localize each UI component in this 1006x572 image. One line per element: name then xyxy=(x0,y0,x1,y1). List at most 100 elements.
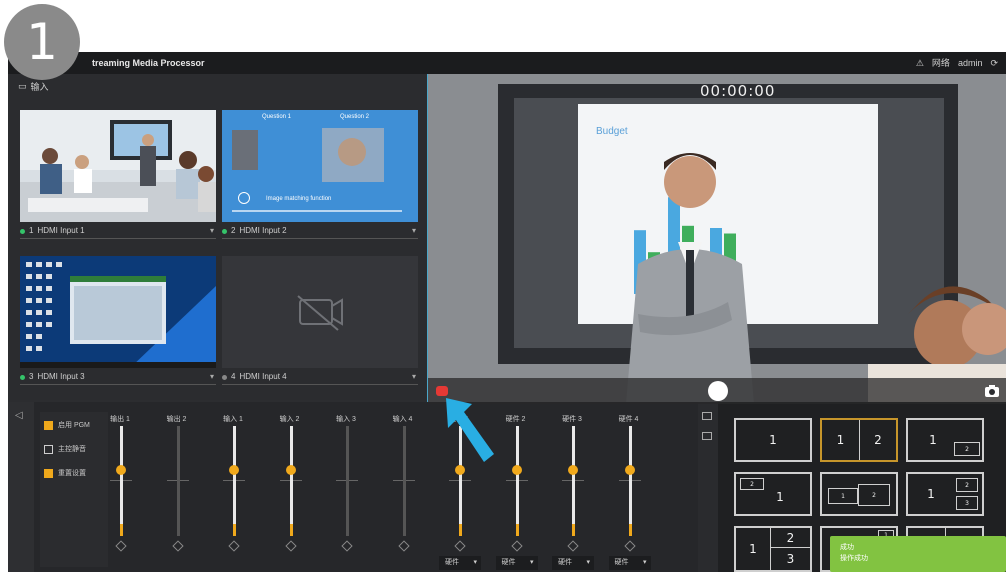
chevron-down-icon[interactable]: ▾ xyxy=(412,370,416,384)
volume-fader-track[interactable] xyxy=(628,426,632,536)
fader-knob[interactable] xyxy=(568,465,578,475)
chevron-down-icon[interactable]: ▾ xyxy=(210,224,214,238)
select-value: 硬件 xyxy=(501,559,516,566)
input-label-2[interactable]: 2 HDMI Input 2 ▾ xyxy=(222,224,418,238)
input-label-4[interactable]: 4 HDMI Input 4 ▾ xyxy=(222,370,418,384)
fader-level-base xyxy=(572,524,575,536)
fader-fill xyxy=(289,426,293,536)
speaker-icon[interactable]: ◁ xyxy=(15,410,23,421)
inputs-header: ▭ 输入 xyxy=(18,80,49,93)
checkbox-checked[interactable] xyxy=(44,468,53,478)
fader-reset-icon[interactable] xyxy=(228,540,240,552)
hardware-select[interactable]: 硬件 ▾ xyxy=(552,556,594,570)
titlebar-actions: ⚠ 网络 admin ⟳ xyxy=(916,52,998,74)
layout-three-split[interactable]: 1 2 3 xyxy=(734,526,812,572)
record-icon[interactable] xyxy=(436,386,448,396)
fader-reset-icon[interactable] xyxy=(171,540,184,552)
volume-fader-track[interactable] xyxy=(515,426,519,536)
mixer-side-strip: ◁ xyxy=(8,402,34,572)
fader-reset-icon[interactable] xyxy=(454,540,466,552)
fader-level-base xyxy=(515,524,519,536)
layout-cell: 2 xyxy=(770,528,810,548)
volume-fader-track[interactable] xyxy=(120,426,123,536)
user-name[interactable]: admin xyxy=(958,52,983,74)
input-tile-4[interactable] xyxy=(222,256,418,368)
volume-fader-track[interactable] xyxy=(402,426,406,536)
fader-knob[interactable] xyxy=(511,465,522,475)
channel-label: 输出 1 xyxy=(110,416,130,423)
input-number: 3 xyxy=(29,372,34,381)
hardware-select[interactable]: 硬件 ▾ xyxy=(608,556,651,570)
option-mute[interactable]: 主控静音 xyxy=(44,442,86,456)
toast-title: 成功 xyxy=(840,544,854,551)
fader-knob[interactable] xyxy=(285,465,296,475)
input-tile-2[interactable]: Question 1 Question 2 Image matching fun… xyxy=(222,110,418,222)
layout-pip-cell: 1 xyxy=(828,488,858,504)
layout-single-icon[interactable] xyxy=(702,432,712,440)
fader-reset-icon[interactable] xyxy=(284,540,297,552)
inputs-header-label: 输入 xyxy=(30,82,49,92)
hardware-select[interactable]: 硬件 ▾ xyxy=(495,556,538,570)
fader-knob[interactable] xyxy=(624,465,635,475)
chevron-down-icon[interactable]: ▾ xyxy=(530,556,534,570)
input-tile-1[interactable] xyxy=(20,110,216,222)
fader-reset-icon[interactable] xyxy=(567,540,579,552)
board-title: Budget xyxy=(596,126,628,137)
active-dot xyxy=(20,374,25,380)
fader-reset-icon[interactable] xyxy=(623,540,636,552)
volume-fader-track[interactable] xyxy=(289,426,293,536)
select-value: 硬件 xyxy=(445,559,459,566)
alert-icon[interactable]: ⚠ xyxy=(916,52,924,74)
volume-fader-track[interactable] xyxy=(346,426,349,536)
divider xyxy=(222,384,418,385)
checkbox-unchecked[interactable] xyxy=(44,444,53,454)
slide-question-2: Question 2 xyxy=(340,114,370,120)
hardware-select[interactable]: 硬件 ▾ xyxy=(439,556,481,570)
layout-single-1[interactable]: 1 xyxy=(734,418,812,462)
fader-reset-icon[interactable] xyxy=(510,540,523,552)
fader-reset-icon[interactable] xyxy=(341,540,353,552)
layout-pip-bottom-right[interactable]: 1 2 xyxy=(906,418,984,462)
option-enable-pgm[interactable]: 启用 PGM xyxy=(44,418,90,432)
desktop-thumbnail xyxy=(20,256,216,368)
app-window: treaming Media Processor ⚠ 网络 admin ⟳ ▭ … xyxy=(8,52,1006,572)
refresh-icon[interactable]: ⟳ xyxy=(990,52,998,74)
input-label-3[interactable]: 3 HDMI Input 3 ▾ xyxy=(20,370,216,384)
input-name: HDMI Input 1 xyxy=(37,226,85,235)
divider xyxy=(20,238,216,239)
layout-one-plus-two[interactable]: 1 2 3 xyxy=(906,472,984,516)
chevron-down-icon[interactable]: ▾ xyxy=(210,370,214,384)
fader-level-base xyxy=(233,524,236,536)
chevron-down-icon[interactable]: ▾ xyxy=(643,556,647,570)
chevron-down-icon[interactable]: ▾ xyxy=(412,224,416,238)
volume-fader-track[interactable] xyxy=(233,426,236,536)
input-tile-3[interactable] xyxy=(20,256,216,368)
timecode: 00:00:00 xyxy=(700,82,776,100)
checkbox-checked[interactable] xyxy=(44,420,53,430)
network-link[interactable]: 网络 xyxy=(932,52,950,74)
fader-knob[interactable] xyxy=(229,465,239,475)
fader-knob[interactable] xyxy=(116,465,126,475)
layout-side-strip xyxy=(698,402,718,572)
layout-grid-icon[interactable] xyxy=(702,412,712,420)
program-preview[interactable]: Budget 00:00:00 xyxy=(427,74,1006,404)
toast-message: 操作成功 xyxy=(840,555,868,562)
layout-pip-top-left[interactable]: 2 1 xyxy=(734,472,812,516)
fader-level-base xyxy=(459,524,462,536)
inactive-dot xyxy=(222,374,227,380)
volume-fader-track[interactable] xyxy=(176,426,180,536)
chevron-down-icon[interactable]: ▾ xyxy=(586,556,590,570)
fader-reset-icon[interactable] xyxy=(397,540,410,552)
playhead-knob[interactable] xyxy=(708,381,728,401)
slide-text-line xyxy=(232,210,402,212)
input-label-1[interactable]: 1 HDMI Input 1 ▾ xyxy=(20,224,216,238)
layout-side-by-side[interactable]: 1 2 xyxy=(820,418,898,462)
folder-icon: ▭ xyxy=(18,81,27,91)
volume-fader-track[interactable] xyxy=(572,426,575,536)
fader-knob[interactable] xyxy=(455,465,465,475)
option-reset[interactable]: 重置设置 xyxy=(44,466,86,480)
fader-reset-icon[interactable] xyxy=(115,540,127,552)
layout-pip-center[interactable]: 1 2 xyxy=(820,472,898,516)
chevron-down-icon[interactable]: ▾ xyxy=(473,556,477,570)
camera-icon[interactable] xyxy=(984,384,1000,398)
